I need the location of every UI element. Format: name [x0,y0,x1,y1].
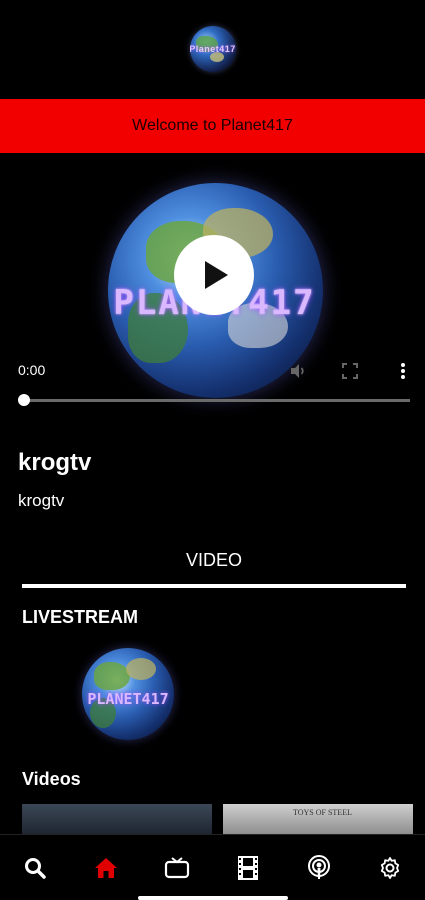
progress-track[interactable] [24,399,410,402]
tab-video[interactable]: VIDEO [22,550,406,571]
channel-title: krogtv [18,449,92,476]
nav-podcast[interactable] [299,848,339,888]
film-icon [237,855,258,880]
nav-home[interactable] [86,848,126,888]
more-vertical-icon[interactable] [393,361,413,381]
welcome-text: Welcome to Planet417 [132,117,293,134]
fullscreen-icon[interactable] [340,361,360,381]
video-thumbnail-1[interactable] [22,804,212,834]
tab-active-underline [22,584,406,588]
nav-settings[interactable] [370,848,410,888]
videos-heading: Videos [22,769,81,789]
play-icon [205,261,228,289]
volume-icon[interactable] [288,361,308,381]
planet-logo-icon[interactable]: Planet417 [189,26,236,72]
play-button[interactable] [174,235,254,315]
home-indicator [138,896,288,900]
app-header: Planet417 [0,0,425,98]
progress-knob[interactable] [18,394,30,406]
channel-subtitle: krogtv [18,491,65,510]
video-thumbnail-2[interactable]: TOYS OF STEEL [223,804,413,834]
nav-tv[interactable] [157,848,197,888]
podcast-icon [307,854,330,879]
search-icon [25,857,47,879]
home-icon [95,857,118,878]
video-player[interactable]: PLANET417 0:00 [0,153,425,418]
welcome-banner: Welcome to Planet417 [0,99,425,153]
video-thumbnail-2-caption: TOYS OF STEEL [293,808,352,817]
livestream-heading: LIVESTREAM [22,607,139,627]
gear-icon [380,856,399,879]
bottom-navigation [0,834,425,900]
nav-search[interactable] [15,848,55,888]
tv-icon [164,856,190,878]
nav-film[interactable] [228,848,268,888]
logo-text: Planet417 [189,44,236,54]
time-readout: 0:00 [18,362,46,378]
livestream-brand-text: PLANET417 [87,690,169,708]
